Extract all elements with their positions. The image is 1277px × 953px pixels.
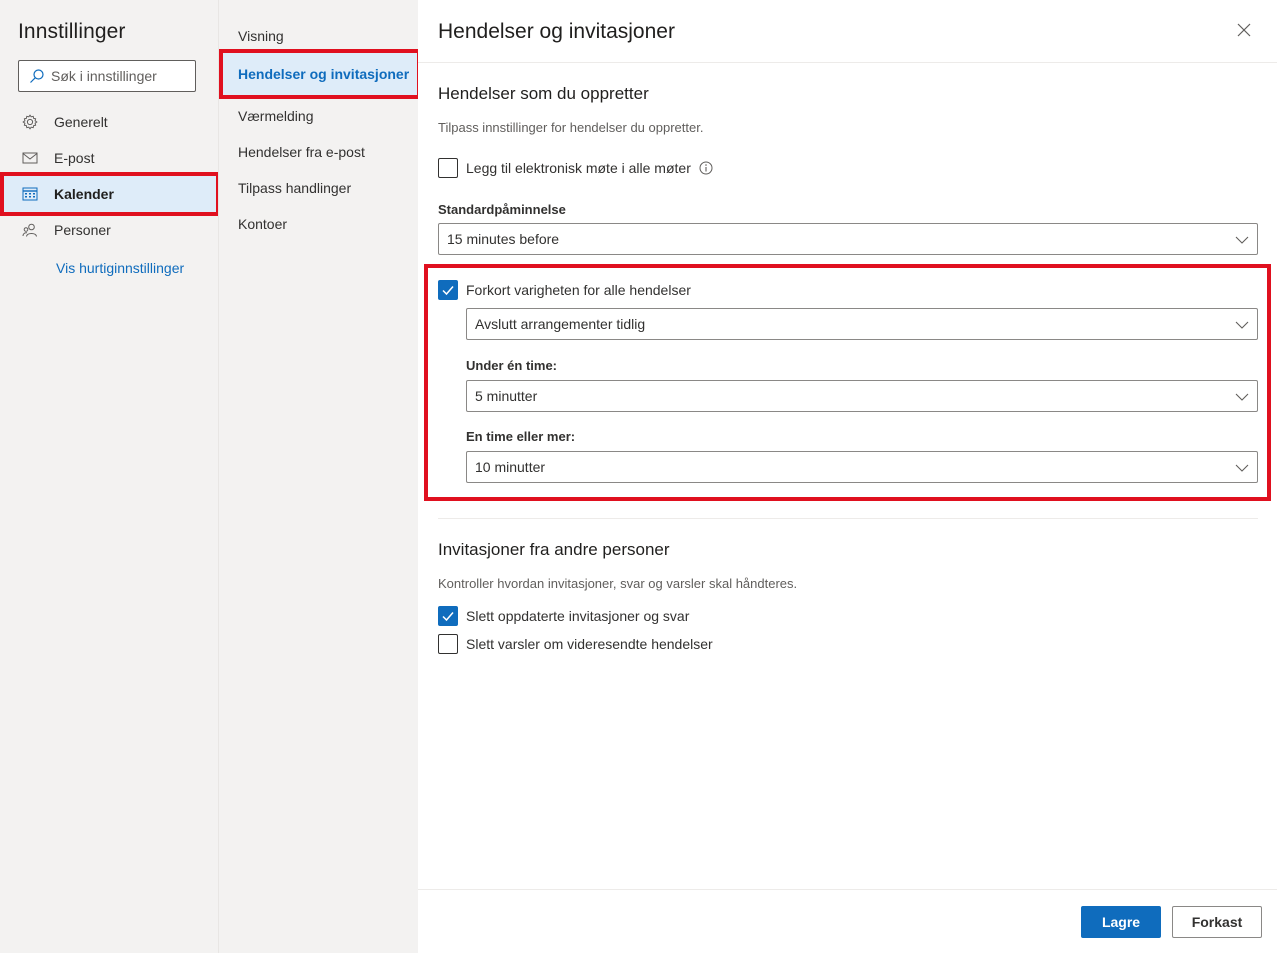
- shorten-mode-dropdown[interactable]: Avslutt arrangementer tidlig: [466, 308, 1258, 340]
- save-button[interactable]: Lagre: [1081, 906, 1161, 938]
- chevron-down-icon: [1235, 318, 1249, 332]
- section-description-own-events: Tilpass innstillinger for hendelser du o…: [438, 120, 704, 135]
- nav-item-label: Kalender: [54, 186, 114, 202]
- delete-forward-checkbox[interactable]: [438, 634, 458, 654]
- settings-title: Innstillinger: [18, 20, 126, 43]
- close-button[interactable]: [1235, 22, 1253, 40]
- people-icon: [22, 222, 38, 238]
- online-meeting-checkbox[interactable]: [438, 158, 458, 178]
- search-icon: [29, 68, 45, 84]
- delete-updated-checkbox-row[interactable]: Slett oppdaterte invitasjoner og svar: [438, 606, 689, 626]
- checkmark-icon: [442, 286, 454, 296]
- online-meeting-label: Legg til elektronisk møte i alle møter: [466, 160, 691, 176]
- section-title-own-events: Hendelser som du oppretter: [438, 84, 649, 103]
- shorten-mode-value: Avslutt arrangementer tidlig: [475, 316, 646, 332]
- section-description-invitations: Kontroller hvordan invitasjoner, svar og…: [438, 576, 798, 591]
- over-hour-dropdown[interactable]: 10 minutter: [466, 451, 1258, 483]
- subnav-item-hendelser-og-invitasjoner[interactable]: Hendelser og invitasjoner: [219, 49, 421, 99]
- chevron-down-icon: [1235, 461, 1249, 475]
- delete-updated-label: Slett oppdaterte invitasjoner og svar: [466, 608, 690, 624]
- calendar-subnav-pane: Visning Hendelser og invitasjoner Værmel…: [218, 0, 421, 953]
- over-hour-label: En time eller mer:: [466, 429, 576, 444]
- info-icon[interactable]: [699, 161, 713, 175]
- nav-item-generelt[interactable]: Generelt: [0, 104, 218, 140]
- discard-button[interactable]: Forkast: [1172, 906, 1262, 938]
- mail-icon: [22, 150, 38, 166]
- header-divider: [418, 62, 1277, 63]
- delete-forward-checkbox-row[interactable]: Slett varsler om videresendte hendelser: [438, 634, 713, 654]
- delete-updated-checkbox[interactable]: [438, 606, 458, 626]
- settings-nav-pane: Innstillinger Søk i innstillinger Genere…: [0, 0, 220, 953]
- under-hour-label: Under én time:: [466, 358, 558, 373]
- chevron-down-icon: [1235, 390, 1249, 404]
- delete-forward-label: Slett varsler om videresendte hendelser: [466, 636, 713, 652]
- subnav-item-kontoer[interactable]: Kontoer: [219, 206, 419, 242]
- settings-content-pane: Hendelser og invitasjoner Hendelser som …: [418, 0, 1277, 953]
- subnav-item-visning[interactable]: Visning: [219, 18, 419, 54]
- nav-item-label: E-post: [54, 150, 95, 166]
- subnav-item-tilpass-handlinger[interactable]: Tilpass handlinger: [219, 170, 419, 206]
- under-hour-dropdown[interactable]: 5 minutter: [466, 380, 1258, 412]
- nav-item-label: Personer: [54, 222, 111, 238]
- calendar-icon: [22, 186, 38, 202]
- section-title-invitations: Invitasjoner fra andre personer: [438, 540, 670, 559]
- nav-item-label: Generelt: [54, 114, 108, 130]
- shorten-events-checkbox-row[interactable]: Forkort varigheten for alle hendelser: [438, 280, 691, 300]
- section-divider: [438, 518, 1258, 519]
- nav-item-kalender[interactable]: Kalender: [0, 172, 220, 216]
- search-placeholder: Søk i innstillinger: [51, 68, 157, 84]
- page-title: Hendelser og invitasjoner: [438, 20, 675, 43]
- settings-search-input[interactable]: Søk i innstillinger: [18, 60, 196, 92]
- shorten-events-label: Forkort varigheten for alle hendelser: [466, 282, 691, 298]
- shorten-events-checkbox[interactable]: [438, 280, 458, 300]
- subnav-item-hendelser-fra-epost[interactable]: Hendelser fra e-post: [219, 134, 419, 170]
- over-hour-value: 10 minutter: [475, 459, 546, 475]
- nav-item-personer[interactable]: Personer: [0, 212, 218, 248]
- checkmark-icon: [442, 612, 454, 622]
- nav-item-epost[interactable]: E-post: [0, 140, 218, 176]
- reminder-dropdown[interactable]: 15 minutes before: [438, 223, 1258, 255]
- under-hour-value: 5 minutter: [475, 388, 538, 404]
- reminder-value: 15 minutes before: [447, 231, 560, 247]
- quick-settings-link[interactable]: Vis hurtiginnstillinger: [56, 260, 184, 276]
- close-icon: [1237, 23, 1251, 40]
- online-meeting-checkbox-row[interactable]: Legg til elektronisk møte i alle møter: [438, 158, 713, 178]
- gear-icon: [22, 114, 38, 130]
- reminder-label: Standardpåminnelse: [438, 202, 566, 217]
- subnav-item-vaermelding[interactable]: Værmelding: [219, 98, 419, 134]
- footer-divider: [418, 889, 1277, 890]
- chevron-down-icon: [1235, 233, 1249, 247]
